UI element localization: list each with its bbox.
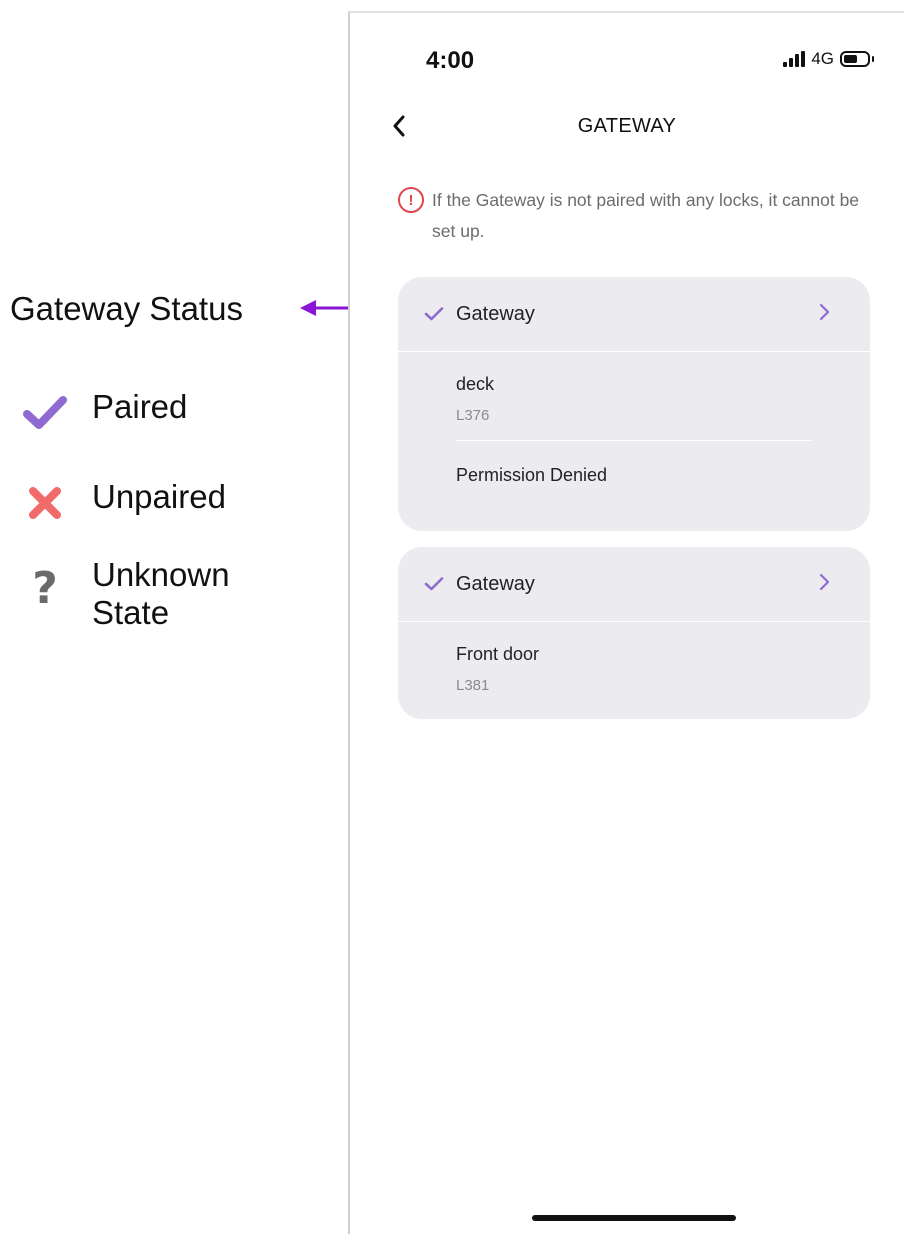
check-icon xyxy=(424,306,446,322)
legend-label-unknown: Unknown State xyxy=(92,556,230,631)
permission-status: Permission Denied xyxy=(456,465,608,485)
status-indicators: 4G xyxy=(783,49,874,69)
gateway-label: Gateway xyxy=(456,302,535,325)
status-time: 4:00 xyxy=(426,47,475,74)
lock-name: deck xyxy=(456,374,495,394)
gateway-header[interactable]: Gateway xyxy=(398,277,870,352)
chevron-right-icon xyxy=(818,573,832,596)
page-title: GATEWAY xyxy=(577,115,677,137)
lock-item: Front door L381 xyxy=(398,622,870,694)
battery-tip xyxy=(872,56,874,62)
question-icon: ? xyxy=(32,563,58,614)
legend-title: Gateway Status xyxy=(10,290,243,327)
legend-item-paired: Paired xyxy=(20,388,187,438)
phone-screen: 4:00 4G GATEWAY ! If the Gateway is not … xyxy=(348,11,904,1234)
x-icon xyxy=(20,478,70,528)
gateway-label: Gateway xyxy=(456,572,535,595)
lock-id: L376 xyxy=(456,407,490,424)
signal-icon xyxy=(783,51,806,67)
lock-name: Front door xyxy=(456,644,540,664)
gateway-card[interactable]: Gateway deck L376 Permission Denied xyxy=(398,277,870,531)
home-indicator[interactable] xyxy=(532,1215,736,1221)
legend-label-unpaired: Unpaired xyxy=(92,478,226,515)
legend-item-unknown: ? Unknown State xyxy=(20,556,262,632)
lock-id: L381 xyxy=(456,677,490,694)
notice-banner: ! If the Gateway is not paired with any … xyxy=(398,185,868,247)
notice-text: If the Gateway is not paired with any lo… xyxy=(432,190,860,241)
battery-icon xyxy=(840,51,870,67)
legend-item-unpaired: Unpaired xyxy=(20,478,226,528)
check-icon xyxy=(424,576,446,592)
legend-label-paired: Paired xyxy=(92,388,188,425)
gateway-header[interactable]: Gateway xyxy=(398,547,870,622)
check-icon xyxy=(20,388,70,438)
gateway-card[interactable]: Gateway Front door L381 xyxy=(398,547,870,719)
network-label: 4G xyxy=(811,49,834,68)
chevron-right-icon xyxy=(818,303,832,326)
lock-item: deck L376 xyxy=(398,352,870,424)
warning-icon: ! xyxy=(398,187,424,213)
